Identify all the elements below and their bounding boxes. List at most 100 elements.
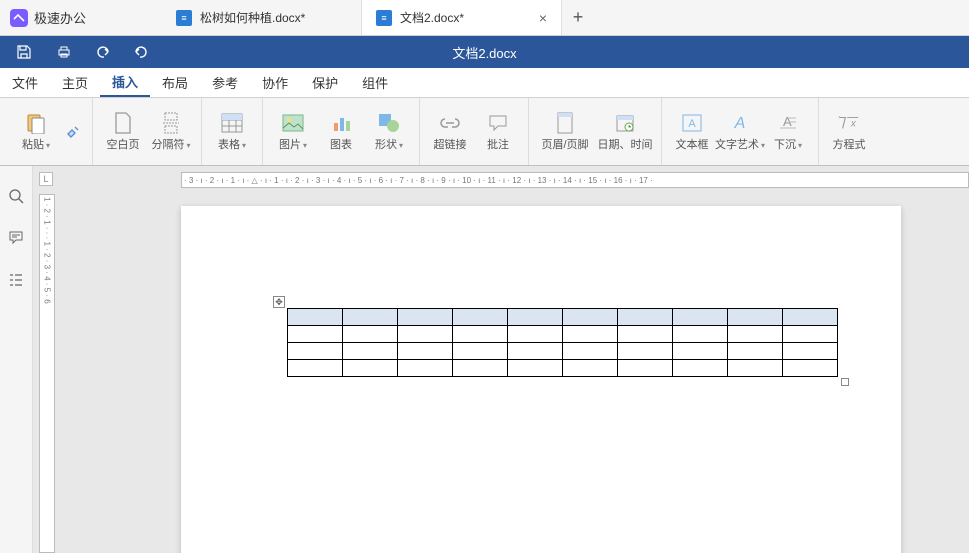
clipboard-icon [25, 112, 47, 134]
workspace: L · 3 · ı · 2 · ı · 1 · ı · △ · ı · 1 · … [0, 166, 969, 553]
header-footer-icon [554, 112, 576, 134]
picture-icon [282, 112, 304, 134]
equation-icon: x [838, 112, 860, 134]
print-button[interactable] [50, 39, 78, 65]
paste-button[interactable]: 粘贴▾ [12, 102, 60, 162]
picture-button[interactable]: 图片▾ [269, 102, 317, 162]
outline-panel-button[interactable] [4, 268, 28, 292]
document-table[interactable] [287, 308, 838, 377]
page-break-icon [160, 112, 182, 134]
document-icon: ≡ [176, 10, 192, 26]
text-box-label: 文本框 [676, 136, 709, 152]
text-box-icon: A [681, 112, 703, 134]
app-name: 极速办公 [34, 8, 86, 27]
table-button[interactable]: 表格▾ [208, 102, 256, 162]
svg-text:A: A [688, 118, 696, 130]
word-art-icon: A [729, 112, 751, 134]
chart-button[interactable]: 图表 [317, 102, 365, 162]
tab-label: 松树如何种植.docx* [200, 9, 347, 26]
header-footer-button[interactable]: 页眉/页脚 [535, 102, 595, 162]
app-logo-icon [10, 9, 28, 27]
equation-label: 方程式 [833, 136, 866, 152]
blank-page-button[interactable]: 空白页 [99, 102, 147, 162]
menu-protect[interactable]: 保护 [300, 68, 350, 97]
table-row[interactable] [288, 326, 838, 343]
word-art-button[interactable]: A 文字艺术▾ [716, 102, 764, 162]
shape-icon [378, 112, 400, 134]
app-brand: 极速办公 [0, 0, 162, 35]
hyperlink-icon [439, 112, 461, 134]
calendar-icon [614, 112, 636, 134]
ribbon-group-table: 表格▾ [202, 98, 263, 165]
header-footer-label: 页眉/页脚 [541, 136, 588, 152]
menu-collab[interactable]: 协作 [250, 68, 300, 97]
ribbon-group-equation: x 方程式 [819, 98, 879, 165]
text-box-button[interactable]: A 文本框 [668, 102, 716, 162]
ribbon-group-pages: 空白页 分隔符▾ [93, 98, 202, 165]
tab-document-2[interactable]: ≡ 文档2.docx* × [362, 0, 562, 35]
tab-label: 文档2.docx* [400, 9, 531, 26]
word-art-label: 文字艺术▾ [715, 136, 765, 152]
ribbon: 粘贴▾ 空白页 分隔符▾ 表格▾ [0, 98, 969, 166]
chart-icon [330, 112, 352, 134]
new-tab-button[interactable]: + [562, 0, 594, 35]
ribbon-group-clipboard: 粘贴▾ [6, 98, 93, 165]
hyperlink-label: 超链接 [434, 136, 467, 152]
page-break-label: 分隔符▾ [151, 136, 190, 152]
search-button[interactable] [4, 184, 28, 208]
save-button[interactable] [10, 39, 38, 65]
menu-reference[interactable]: 参考 [200, 68, 250, 97]
table-label: 表格▾ [218, 136, 246, 152]
shape-label: 形状▾ [375, 136, 403, 152]
close-icon[interactable]: × [539, 10, 547, 26]
date-time-label: 日期、时间 [598, 136, 653, 152]
table-row[interactable] [288, 360, 838, 377]
comment-button[interactable]: 批注 [474, 102, 522, 162]
drop-cap-button[interactable]: A 下沉▾ [764, 102, 812, 162]
comment-icon [487, 112, 509, 134]
menu-components[interactable]: 组件 [350, 68, 400, 97]
date-time-button[interactable]: 日期、时间 [595, 102, 655, 162]
redo-button[interactable] [126, 39, 154, 65]
menu-insert[interactable]: 插入 [100, 68, 150, 97]
menu-home[interactable]: 主页 [50, 68, 100, 97]
titlebar: 极速办公 ≡ 松树如何种植.docx* ≡ 文档2.docx* × + [0, 0, 969, 36]
comments-panel-button[interactable] [4, 226, 28, 250]
ribbon-group-links: 超链接 批注 [420, 98, 529, 165]
menubar: 文件 主页 插入 布局 参考 协作 保护 组件 [0, 68, 969, 98]
vertical-ruler[interactable]: 1 · 2 · 1 · · · 1 · 2 · 3 · 4 · 5 · 6 [39, 194, 55, 553]
drop-cap-icon: A [777, 112, 799, 134]
comment-label: 批注 [487, 136, 509, 152]
table-row[interactable] [288, 343, 838, 360]
menu-layout[interactable]: 布局 [150, 68, 200, 97]
ribbon-group-text: A 文本框 A 文字艺术▾ A 下沉▾ [662, 98, 819, 165]
paste-label: 粘贴▾ [22, 136, 50, 152]
table-row[interactable] [288, 309, 838, 326]
picture-label: 图片▾ [279, 136, 307, 152]
shape-button[interactable]: 形状▾ [365, 102, 413, 162]
quick-access-bar: 文档2.docx [0, 36, 969, 68]
ribbon-group-header: 页眉/页脚 日期、时间 [529, 98, 662, 165]
left-rail [0, 166, 33, 553]
page-break-button[interactable]: 分隔符▾ [147, 102, 195, 162]
svg-text:x: x [850, 118, 857, 129]
blank-page-icon [112, 112, 134, 134]
menu-file[interactable]: 文件 [0, 68, 50, 97]
document-icon: ≡ [376, 10, 392, 26]
document-page[interactable]: ✥ [181, 206, 901, 553]
blank-page-label: 空白页 [107, 136, 140, 152]
horizontal-ruler[interactable]: · 3 · ı · 2 · ı · 1 · ı · △ · ı · 1 · ı … [181, 172, 969, 188]
hyperlink-button[interactable]: 超链接 [426, 102, 474, 162]
format-painter-button[interactable] [60, 119, 86, 145]
table-icon [221, 112, 243, 134]
drop-cap-label: 下沉▾ [774, 136, 802, 152]
editing-area[interactable]: L · 3 · ı · 2 · ı · 1 · ı · △ · ı · 1 · … [33, 166, 969, 553]
chart-label: 图表 [330, 136, 352, 152]
ribbon-group-illustrations: 图片▾ 图表 形状▾ [263, 98, 420, 165]
tab-document-1[interactable]: ≡ 松树如何种植.docx* [162, 0, 362, 35]
svg-text:A: A [734, 115, 746, 132]
equation-button[interactable]: x 方程式 [825, 102, 873, 162]
undo-button[interactable] [90, 39, 118, 65]
table-move-handle-icon[interactable]: ✥ [273, 296, 285, 308]
table-resize-handle-icon[interactable] [841, 378, 849, 386]
